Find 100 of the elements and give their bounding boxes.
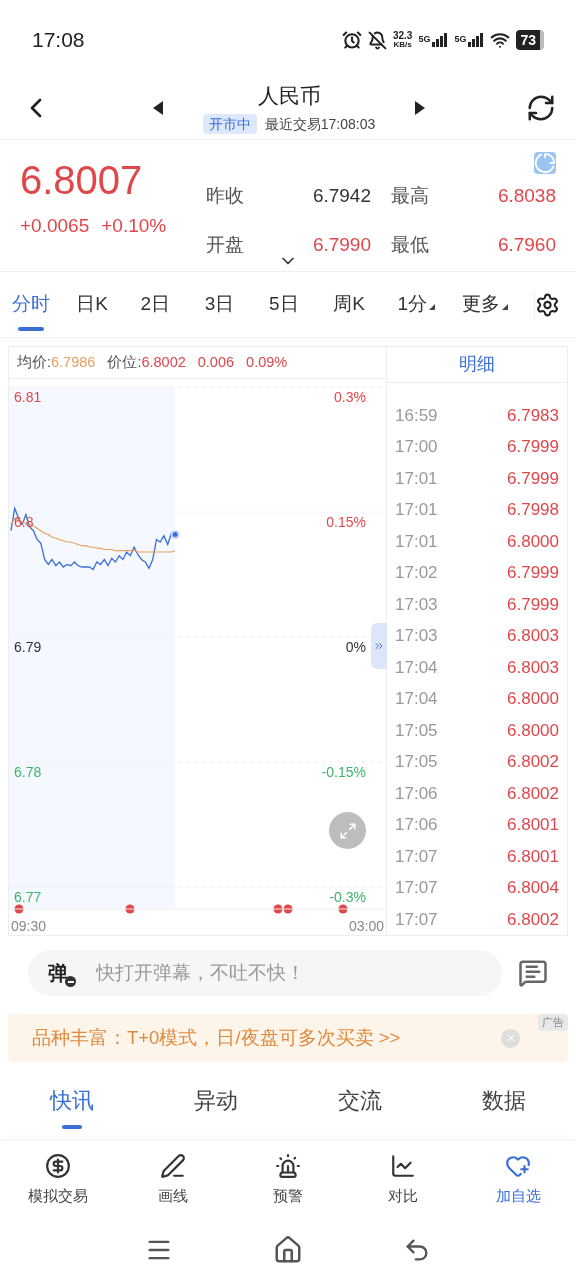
change-percent: +0.10%	[101, 214, 167, 238]
trade-price: 6.8004	[507, 877, 559, 899]
period-tab[interactable]: 5日	[269, 278, 334, 331]
danmu-settings-icon[interactable]	[518, 958, 548, 988]
bell-off-icon	[367, 30, 387, 50]
period-tab[interactable]: 分时	[12, 278, 77, 331]
trade-price: 6.8002	[507, 908, 559, 931]
siren-icon	[275, 1153, 301, 1180]
trade-price: 6.7999	[507, 467, 559, 490]
price-level: 价位:6.8002	[107, 352, 186, 372]
stat-label: 昨收	[206, 184, 244, 208]
y-tick-label: 6.78	[14, 764, 42, 780]
trade-time: 17:03	[395, 593, 438, 616]
trade-time: 17:05	[395, 751, 438, 773]
trade-price: 6.8003	[507, 656, 559, 679]
event-dot[interactable]	[338, 904, 348, 914]
news-tab[interactable]: 快讯	[0, 1075, 144, 1129]
period-tab[interactable]: 更多	[461, 278, 526, 331]
danmu-input[interactable]: 弹 快打开弹幕，不吐不快！	[28, 950, 502, 996]
danmu-toggle[interactable]: 弹	[48, 959, 76, 987]
percent-label: 0.15%	[326, 514, 366, 530]
stat-value: 6.8038	[497, 184, 556, 208]
news-tab[interactable]: 数据	[432, 1075, 576, 1129]
status-time: 17:08	[32, 27, 85, 54]
trade-time: 17:01	[395, 467, 438, 490]
event-dot[interactable]	[125, 904, 135, 914]
trade-price: 6.8001	[507, 814, 559, 836]
toolbar-button[interactable]: 预警	[230, 1153, 346, 1208]
trade-price: 6.8000	[507, 530, 559, 553]
time-axis-label: 09:30	[11, 918, 47, 934]
trade-price: 6.8002	[507, 782, 559, 805]
trade-price: 6.7998	[507, 499, 559, 521]
market-status-badge: 开市中	[202, 114, 257, 135]
detail-title: 明细	[459, 352, 495, 376]
percent-label: 0%	[345, 639, 366, 655]
next-arrow-icon[interactable]	[415, 100, 426, 115]
ad-text: 品种丰富：T+0模式，日/夜盘可多次买卖 >>	[32, 1026, 401, 1051]
percent-label: 0.3%	[334, 389, 366, 405]
event-dot[interactable]	[273, 904, 283, 914]
event-dot[interactable]	[283, 904, 293, 914]
trade-price: 6.7983	[507, 404, 559, 427]
previous-arrow-icon[interactable]	[152, 100, 163, 115]
toolbar-button[interactable]: 对比	[345, 1153, 461, 1208]
stat-value: 6.7960	[497, 232, 556, 257]
stat-label: 最低	[391, 232, 429, 257]
period-tab[interactable]: 周K	[333, 278, 398, 331]
home-icon[interactable]	[273, 1235, 303, 1265]
change-percent: 0.09%	[246, 352, 288, 372]
settings-icon[interactable]	[534, 291, 560, 318]
trade-time: 16:59	[395, 404, 438, 427]
trade-time: 17:05	[395, 719, 438, 742]
trade-time: 17:07	[395, 877, 438, 899]
trade-time: 17:03	[395, 625, 438, 647]
ad-tag: 广告	[538, 1014, 568, 1031]
trade-time: 17:01	[395, 499, 438, 521]
expand-arrows-icon	[338, 821, 357, 840]
trade-price: 6.8001	[507, 845, 559, 868]
alarm-icon	[341, 30, 362, 50]
network-speed: 32.3	[392, 31, 413, 41]
heart-plus-icon	[505, 1153, 532, 1180]
battery-indicator: 73	[516, 30, 544, 50]
stat-value: 6.7990	[312, 232, 371, 257]
period-tab[interactable]: 1分	[397, 278, 462, 331]
dollar-cycle-icon	[44, 1153, 71, 1180]
toolbar-button[interactable]: 模拟交易	[0, 1153, 116, 1208]
double-chevron-icon	[373, 640, 385, 652]
trade-price: 6.8003	[507, 625, 559, 647]
page-title: 人民币	[257, 83, 321, 110]
trade-time: 17:01	[395, 530, 438, 553]
period-tab[interactable]: 日K	[76, 278, 141, 331]
price-change: +0.0065	[20, 214, 90, 238]
y-tick-label: 6.77	[14, 889, 42, 905]
trade-price: 6.7999	[507, 436, 559, 458]
trade-time: 17:04	[395, 688, 438, 710]
period-tab[interactable]: 3日	[204, 278, 269, 331]
danmu-field[interactable]: 快打开弹幕，不吐不快！	[96, 958, 482, 988]
event-dot[interactable]	[14, 904, 24, 914]
time-axis-label: 03:00	[348, 918, 384, 934]
news-tab[interactable]: 交流	[288, 1075, 432, 1129]
signal-icon	[468, 33, 485, 47]
pen-icon	[159, 1153, 186, 1180]
toolbar-button[interactable]: 加自选	[460, 1153, 576, 1208]
trade-price: 6.7999	[507, 562, 559, 584]
wifi-icon	[490, 30, 511, 50]
line-chart-icon	[390, 1153, 417, 1180]
y-tick-label: 6.79	[14, 639, 42, 655]
period-tab[interactable]: 2日	[140, 278, 205, 331]
last-price-dot	[170, 530, 180, 539]
trade-price: 6.8002	[507, 751, 559, 773]
trade-time: 17:04	[395, 656, 438, 679]
average-price: 均价:6.7986	[17, 352, 96, 372]
trade-time: 17:07	[395, 908, 438, 931]
stat-label: 开盘	[206, 232, 244, 257]
toolbar-button[interactable]: 画线	[115, 1153, 231, 1208]
percent-label: -0.15%	[321, 764, 366, 780]
speed-unit: KB/s	[393, 41, 412, 49]
price-change: 0.006	[197, 352, 235, 372]
news-tab[interactable]: 异动	[144, 1075, 288, 1129]
signal-icon	[432, 33, 449, 47]
stat-value: 6.7942	[312, 184, 371, 208]
